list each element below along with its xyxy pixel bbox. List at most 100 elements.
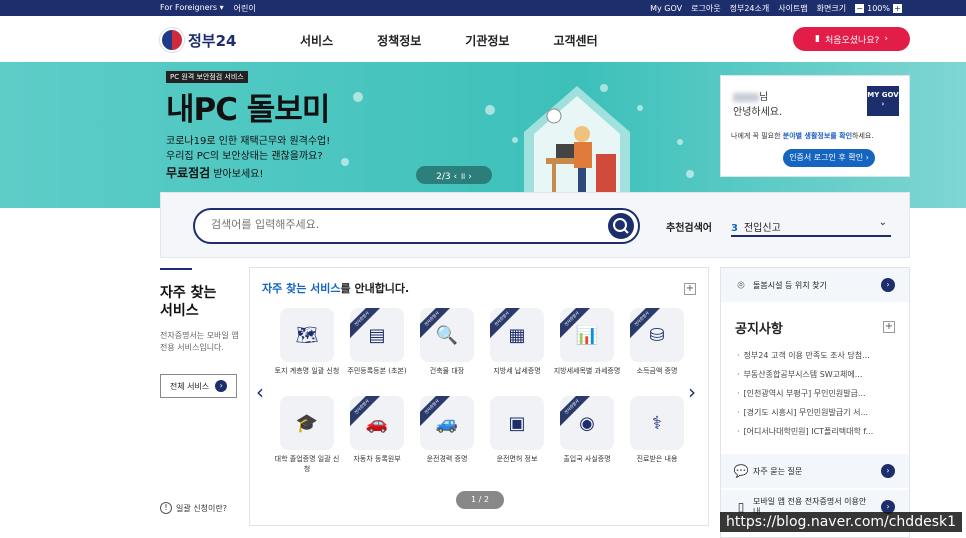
service-label: 지방세세목별 과세증명 (553, 367, 621, 375)
top-utility-bar: For Foreigners ▾ 어린이 My GOV 로그아웃 정부24소개 … (0, 0, 966, 16)
blog-watermark: https://blog.naver.com/chddesk1 (719, 512, 962, 532)
mygov-button[interactable]: MY GOV › (867, 86, 899, 116)
batch-help-link[interactable]: ! 일괄 신청이란? (160, 502, 227, 514)
bookmark-icon: ▮ (814, 34, 820, 44)
logo[interactable]: 정부24 (160, 28, 236, 52)
nav-agency[interactable]: 기관정보 (465, 32, 509, 49)
service-item[interactable]: 🔍 전자증명서 건축물 대장 (412, 308, 482, 386)
logo-text: 정부24 (188, 31, 237, 50)
service-glyph: ▤ (368, 324, 386, 346)
search-input[interactable] (211, 218, 591, 231)
service-glyph: 🚙 (435, 412, 459, 434)
service-label: 주민등록등본 (초본) (347, 367, 407, 375)
prev-arrow-icon[interactable]: ‹ (256, 380, 264, 404)
service-glyph: 🚗 (365, 412, 389, 434)
service-label: 출입국 사실증명 (563, 455, 611, 463)
service-item[interactable]: ⚕ 진료받은 내용 (622, 396, 692, 474)
services-title-highlight: 자주 찾는 서비스 (262, 282, 341, 295)
user-name-suffix: 님 (759, 92, 769, 103)
services-panel: 자주 찾는 서비스를 안내합니다. + 🗺 토지 계층명 일괄 신청 ▤ 전자증명서 주… (249, 267, 709, 526)
banner-line-2: 우리집 PC의 보안상태는 괜찮을까요? (166, 151, 323, 162)
service-label: 지방세 납세증명 (493, 367, 541, 375)
notice-item[interactable]: [어디서나대학민원] ICT폴리텍대학 f... (737, 426, 897, 445)
cert-login-button[interactable]: 인증서 로그인 후 확인 › (783, 149, 875, 167)
recommended-keyword-dropdown[interactable]: 3 전입신고 ⌄ (731, 213, 891, 237)
service-label: 대학 졸업증명 일괄 신청 (274, 455, 340, 473)
faq-label: 자주 묻는 질문 (753, 466, 803, 476)
services-title-rest: 를 안내합니다. (340, 282, 410, 295)
user-name-redacted (733, 92, 759, 102)
facility-finder-row[interactable]: ⌾ 돌봄시설 등 위치 찾기 › (721, 268, 909, 302)
facility-finder-label: 돌봄시설 등 위치 찾기 (753, 280, 827, 290)
first-visit-button[interactable]: ▮ 처음오셨나요? › (793, 27, 910, 51)
recommended-rank: 3 (731, 223, 738, 234)
kids-link[interactable]: 어린이 (234, 3, 256, 14)
section-title-line-1: 자주 찾는 (160, 285, 217, 301)
more-services-button[interactable]: + (684, 283, 696, 295)
zoom-out-button[interactable]: − (855, 4, 865, 13)
login-panel: 님 안녕하세요. MY GOV › 나에게 꼭 필요한 분야별 생활정보를 확인… (720, 75, 910, 177)
service-label: 토지 계층명 일괄 신청 (274, 367, 340, 375)
zoom-in-button[interactable]: + (893, 4, 902, 13)
logout-link[interactable]: 로그아웃 (691, 3, 720, 14)
notice-item[interactable]: 정부24 고객 이용 만족도 조사 당첨... (737, 350, 897, 369)
service-item[interactable]: 🚗 전자증명서자동차 등록원부 (342, 396, 412, 474)
arrow-right-icon: › (881, 464, 895, 478)
hello-text: 안녕하세요. (733, 107, 783, 118)
user-greeting: 님 (733, 88, 768, 103)
more-notices-button[interactable]: + (883, 321, 895, 333)
service-item[interactable]: ◉ 전자증명서출입국 사실증명 (552, 396, 622, 474)
service-item[interactable]: ⛁ 전자증명서 소득금액 증명 (622, 308, 692, 386)
info-icon: ! (160, 502, 172, 514)
notice-item[interactable]: 부동산종합공부시스템 SW고체에... (737, 369, 897, 388)
banner-tag: PC 원격 보안점검 서비스 (166, 71, 248, 83)
main-nav: 서비스 정책정보 기관정보 고객센터 (300, 32, 598, 49)
passport-icon: ◉ 전자증명서 (560, 396, 614, 450)
service-glyph: ◉ (579, 412, 595, 434)
frequent-services-intro: 자주 찾는 서비스 전자증명서는 모바일 앱 전용 서비스입니다. 전체 서비스 … (160, 268, 240, 398)
license-icon: ▣ (490, 396, 544, 450)
batch-help-label: 일괄 신청이란? (176, 503, 227, 513)
login-info-pre: 나에게 꼭 필요한 (731, 132, 783, 140)
section-title-line-2: 서비스 (160, 303, 199, 319)
all-services-button[interactable]: 전체 서비스 › (160, 374, 237, 398)
map-icon: 🗺 (280, 308, 334, 362)
banner-highlight: 무료점검 (166, 166, 211, 180)
service-label: 자동차 등록원부 (353, 455, 401, 463)
notice-item[interactable]: [인천광역시 부평구] 무인민원발급... (737, 388, 897, 407)
nav-services[interactable]: 서비스 (300, 32, 333, 49)
service-item[interactable]: 🚙 전자증명서운전경력 증명 (412, 396, 482, 474)
service-item[interactable]: ▣ 운전면허 정보 (482, 396, 552, 474)
recommended-keyword[interactable]: 전입신고 (744, 223, 781, 234)
notice-item[interactable]: [경기도 시흥시] 무인민원발급기 서... (737, 407, 897, 426)
services-pager[interactable]: 1 / 2 (456, 491, 504, 509)
sitemap-link[interactable]: 사이트맵 (778, 3, 807, 14)
faq-row[interactable]: 💬 자주 묻는 질문 › (721, 454, 909, 488)
services-title: 자주 찾는 서비스를 안내합니다. (262, 280, 409, 296)
screen-size-label: 화면크기 (816, 4, 847, 13)
search-box (193, 208, 640, 244)
search-button[interactable] (608, 213, 634, 239)
banner-line-1: 코로나19로 인한 재택근무와 원격수업! (166, 136, 331, 147)
service-item[interactable]: 📊 전자증명서 지방세세목별 과세증명 (552, 308, 622, 386)
service-item[interactable]: 🗺 토지 계층명 일괄 신청 (272, 308, 342, 386)
foreigners-link[interactable]: For Foreigners ▾ (160, 3, 224, 14)
nav-policy[interactable]: 정책정보 (377, 32, 421, 49)
notice-title: 공지사항 (735, 322, 783, 337)
mygov-link[interactable]: My GOV (650, 4, 682, 13)
banner-pager[interactable]: 2/3 ‹ ॥ › (416, 166, 492, 184)
service-item[interactable]: 🎓 대학 졸업증명 일괄 신청 (272, 396, 342, 474)
service-item[interactable]: ▦ 전자증명서 지방세 납세증명 (482, 308, 552, 386)
next-arrow-icon[interactable]: › (688, 380, 696, 404)
car-document-icon: 🚙 전자증명서 (420, 396, 474, 450)
service-item[interactable]: ▤ 전자증명서 주민등록등본 (초본) (342, 308, 412, 386)
service-label: 운전경력 증명 (426, 455, 468, 463)
nav-customer[interactable]: 고객센터 (553, 32, 597, 49)
login-info-highlight: 분야별 생활정보를 확인 (782, 132, 853, 140)
car-icon: 🚗 전자증명서 (350, 396, 404, 450)
about-link[interactable]: 정부24소개 (730, 3, 770, 14)
services-grid: 🗺 토지 계층명 일괄 신청 ▤ 전자증명서 주민등록등본 (초본) 🔍 전자증명서 건축물 … (272, 308, 692, 474)
banner-line-3: 무료점검 받아보세요! (166, 164, 263, 181)
stethoscope-icon: ⚕ (630, 396, 684, 450)
chevron-right-icon: › (884, 34, 889, 44)
